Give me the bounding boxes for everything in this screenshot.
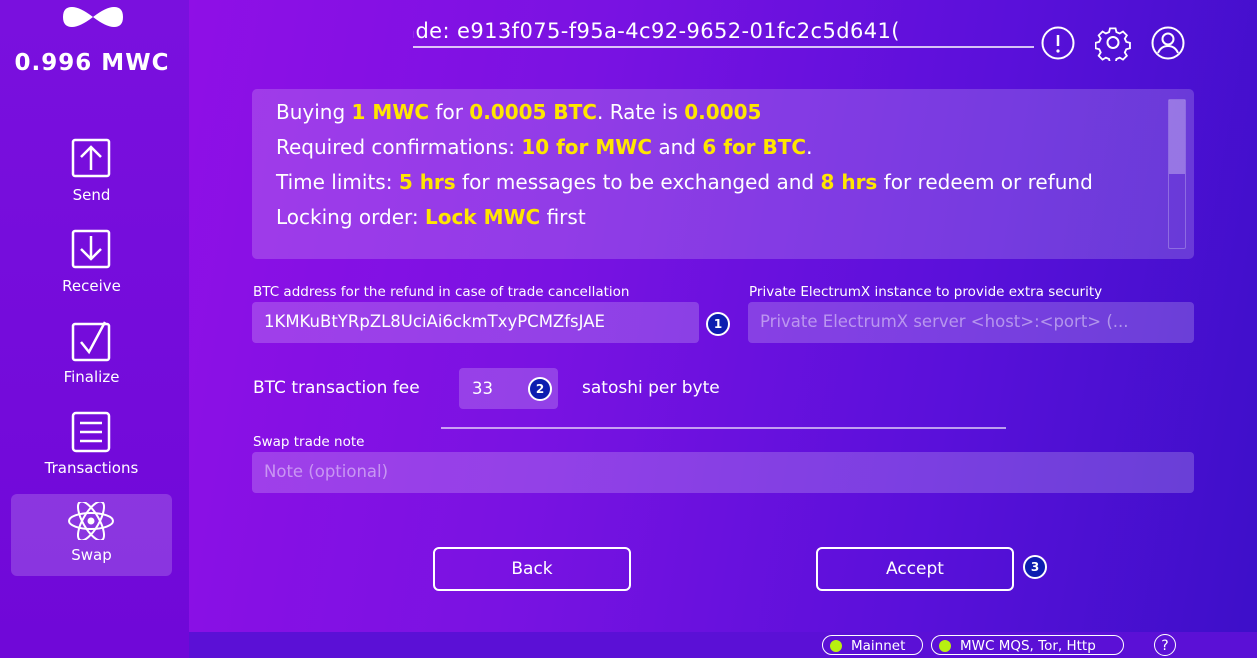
time-limits-line: Time limits: 5 hrs for messages to be ex… [276, 170, 1093, 194]
transactions-icon [71, 411, 111, 453]
confirmations-line: Required confirmations: 10 for MWC and 6… [276, 135, 813, 159]
mwc-logo-icon [63, 7, 123, 27]
trade-info-panel: Buying 1 MWC for 0.0005 BTC. Rate is 0.0… [252, 89, 1194, 259]
step-badge-2: 2 [528, 377, 552, 401]
alert-icon[interactable] [1040, 26, 1076, 62]
sidebar-item-receive[interactable]: Receive [11, 229, 172, 311]
swap-atom-icon [68, 502, 114, 540]
send-icon [71, 138, 111, 178]
trade-id-field: Trade: e913f075-f95a-4c92-9652-01fc2c5d6… [413, 16, 1034, 48]
network-status[interactable]: Mainnet [822, 635, 923, 655]
step-badge-3: 3 [1023, 555, 1047, 579]
electrumx-server-input[interactable]: Private ElectrumX server <host>:<port> (… [748, 302, 1194, 343]
wallet-balance: 0.996 MWC [14, 50, 170, 76]
refund-address-label: BTC address for the refund in case of tr… [253, 284, 630, 300]
sidebar-item-transactions[interactable]: Transactions [11, 411, 172, 493]
sidebar-item-label: Finalize [63, 368, 120, 386]
sidebar: 0.996 MWC Send Receive Finalize Transact… [0, 0, 189, 658]
note-label: Swap trade note [253, 434, 365, 450]
info-scrollbar[interactable] [1168, 99, 1186, 249]
accept-button[interactable]: Accept [816, 547, 1014, 591]
help-button[interactable]: ? [1154, 634, 1176, 656]
sidebar-item-finalize[interactable]: Finalize [11, 320, 172, 402]
sidebar-item-label: Transactions [44, 459, 139, 477]
note-input[interactable]: Note (optional) [252, 452, 1194, 493]
swap-trade-panel: Trade: e913f075-f95a-4c92-9652-01fc2c5d6… [189, 0, 1257, 632]
buying-line: Buying 1 MWC for 0.0005 BTC. Rate is 0.0… [276, 100, 762, 124]
status-dot-icon [830, 640, 842, 652]
step-badge-1: 1 [706, 312, 730, 336]
finalize-icon [71, 321, 111, 362]
receive-icon [71, 229, 111, 269]
divider [441, 427, 1006, 429]
sidebar-item-label: Send [72, 186, 111, 204]
refund-address-input[interactable]: 1KMKuBtYRpZL8UciAi6ckmTxyPCMZfsJAE [252, 302, 699, 343]
trade-title: Trade: e913f075-f95a-4c92-9652-01fc2c5d6… [413, 19, 900, 43]
status-dot-icon [939, 640, 951, 652]
status-bar: Mainnet MWC MQS, Tor, Http ? [189, 632, 1257, 658]
account-icon[interactable] [1150, 26, 1186, 62]
fee-label: BTC transaction fee [253, 378, 420, 398]
gear-icon[interactable] [1095, 25, 1131, 61]
sidebar-item-label: Swap [71, 546, 112, 564]
connection-status[interactable]: MWC MQS, Tor, Http [931, 635, 1124, 655]
scrollbar-thumb[interactable] [1169, 100, 1185, 174]
sidebar-item-send[interactable]: Send [11, 138, 172, 220]
electrumx-label: Private ElectrumX instance to provide ex… [749, 284, 1103, 300]
back-button[interactable]: Back [433, 547, 631, 591]
locking-order-line: Locking order: Lock MWC first [276, 205, 586, 229]
sidebar-item-label: Receive [62, 277, 121, 295]
sidebar-item-swap[interactable]: Swap [11, 494, 172, 576]
fee-unit-label: satoshi per byte [582, 378, 720, 398]
